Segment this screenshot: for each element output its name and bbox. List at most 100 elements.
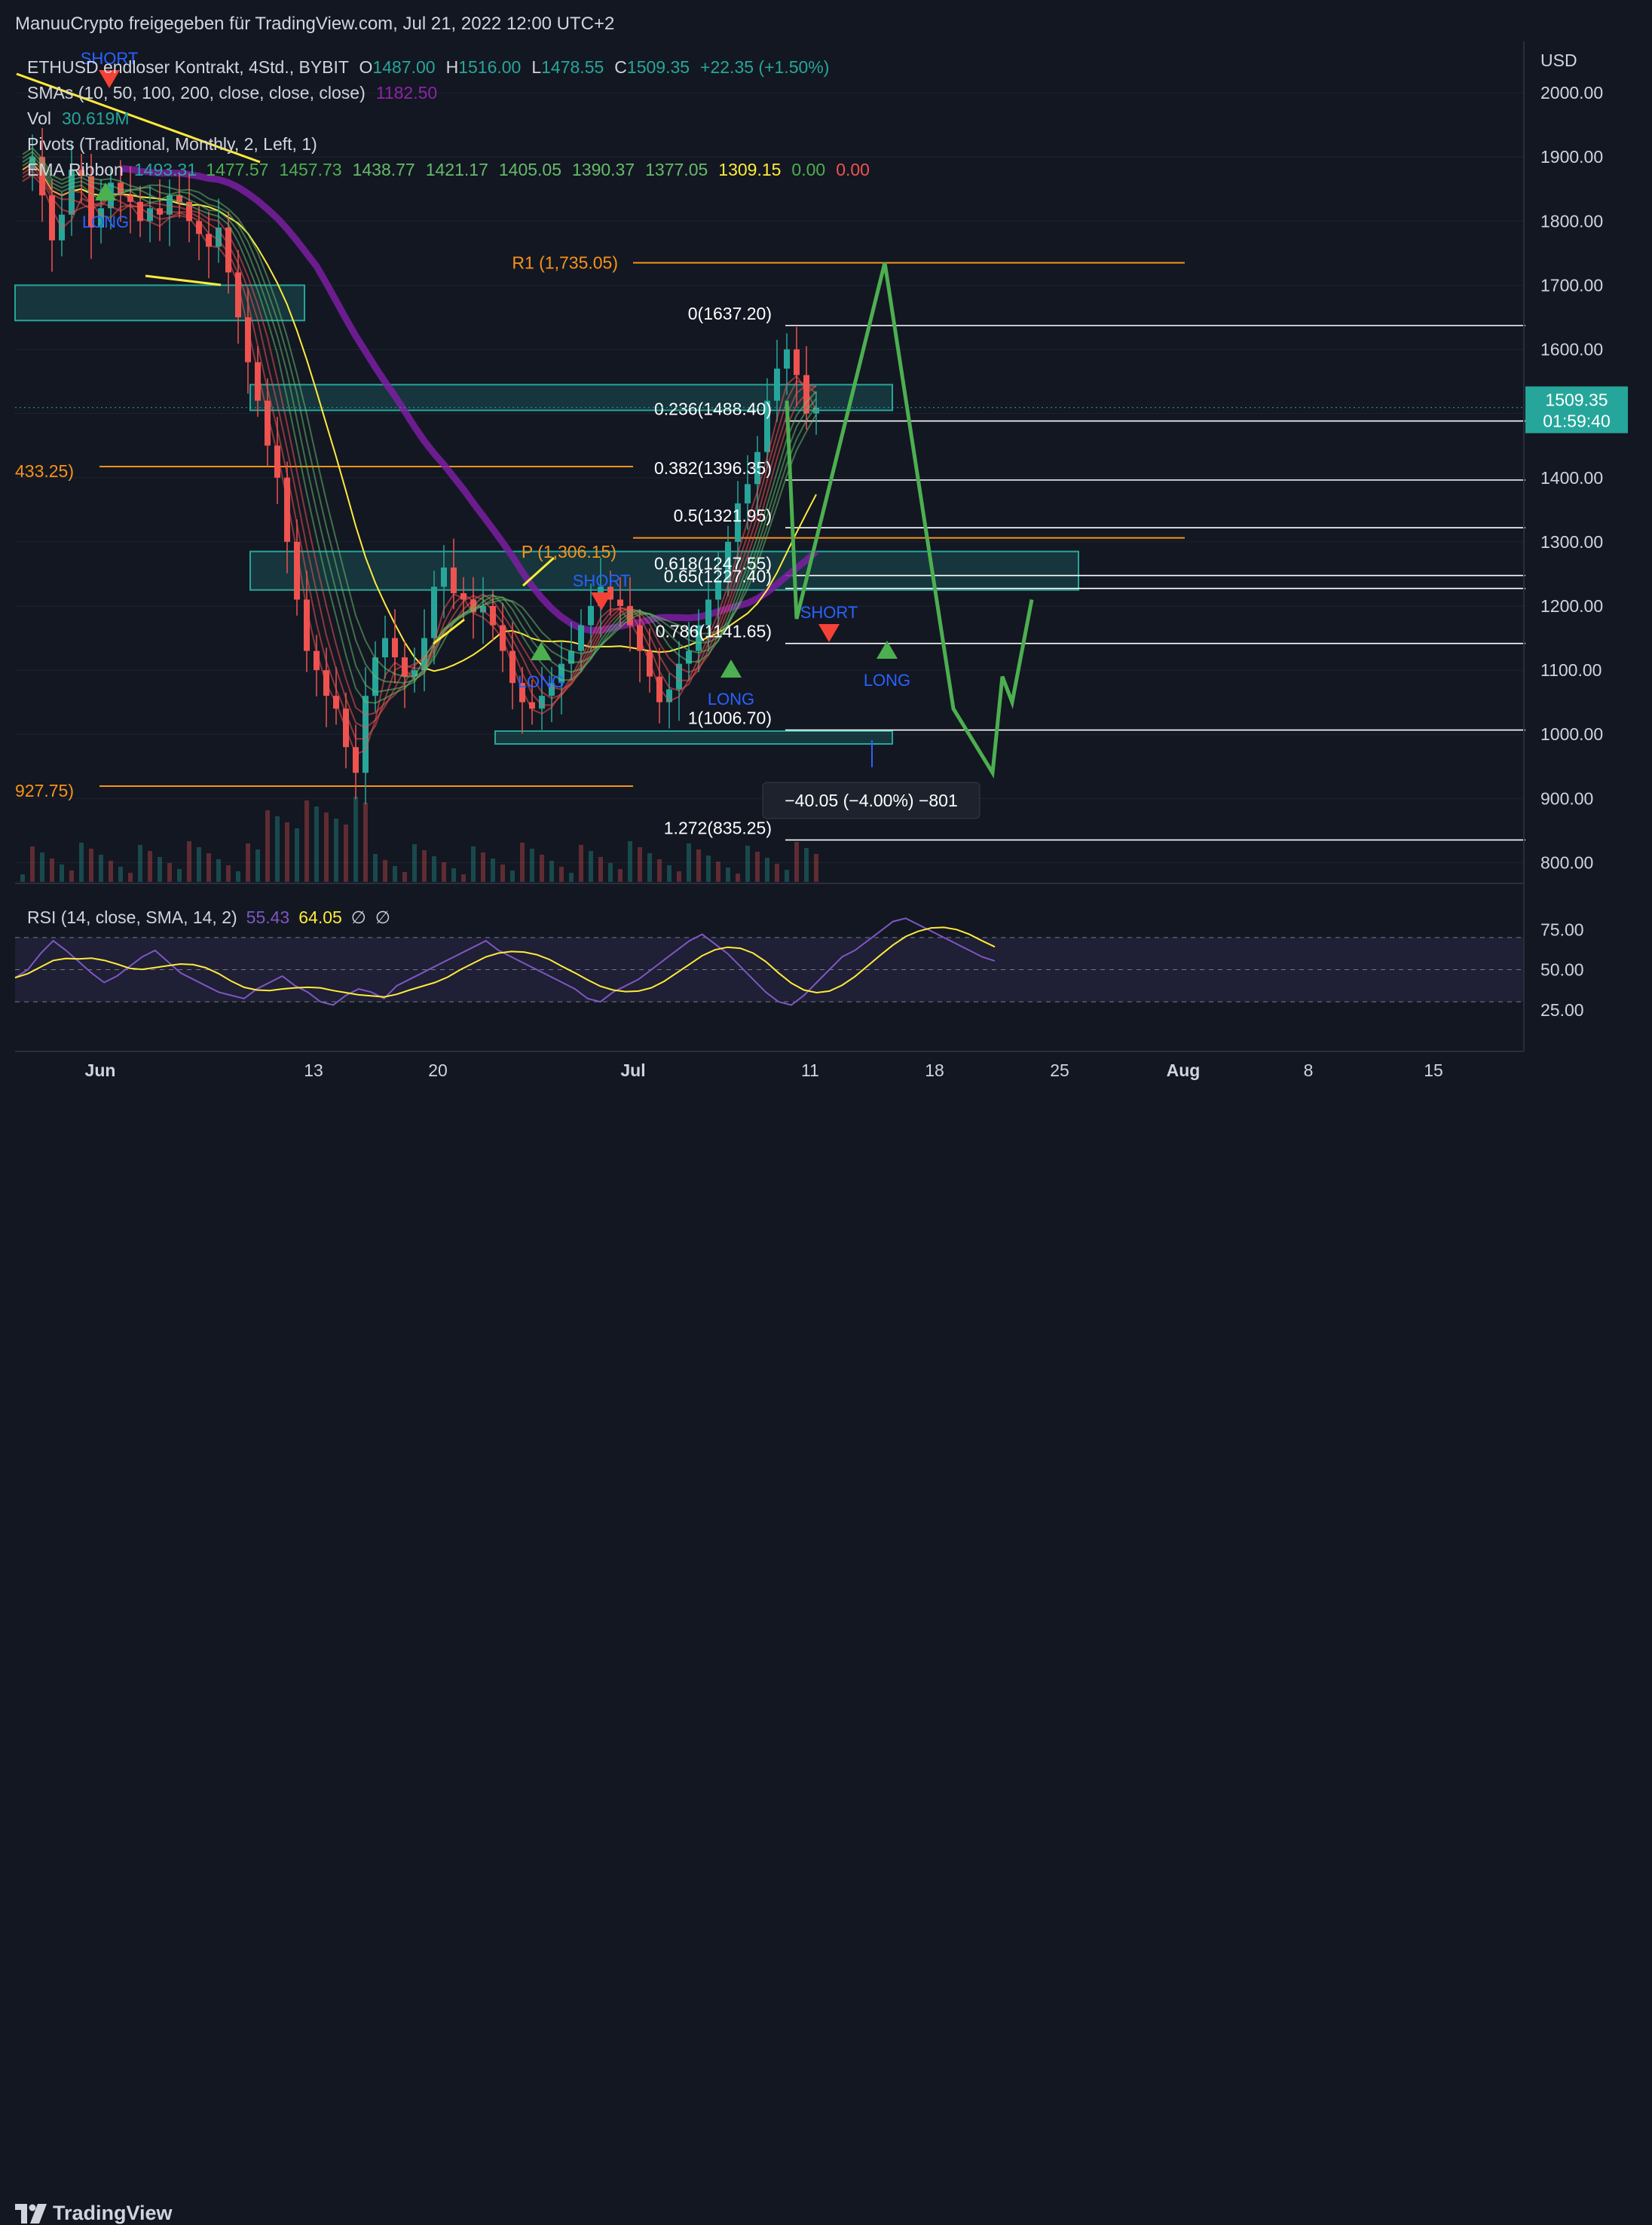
volume-bar bbox=[422, 850, 427, 882]
volume-bar bbox=[461, 874, 466, 882]
candle-body bbox=[578, 625, 584, 651]
sr-zone bbox=[494, 730, 893, 745]
volume-bar bbox=[109, 861, 113, 882]
volume-bar bbox=[696, 849, 701, 882]
volume-bar bbox=[785, 870, 789, 882]
chart-canvas: SHORTLONGLONGSHORTSHORTLONGLONG 2000.001… bbox=[14, 41, 1628, 1080]
volume-bar bbox=[30, 846, 35, 882]
volume-bar bbox=[206, 853, 211, 882]
price-tick-label: 1600.00 bbox=[1540, 340, 1603, 360]
fib-label: 0.786(1141.65) bbox=[656, 622, 772, 641]
volume-bar bbox=[608, 863, 613, 882]
fib-label: 0.382(1396.35) bbox=[654, 458, 772, 478]
short-signal-marker bbox=[818, 624, 840, 642]
candle-body bbox=[363, 696, 369, 773]
candle-body bbox=[441, 567, 447, 587]
fib-label: 0.65(1227.40) bbox=[664, 567, 772, 586]
footer: TradingView bbox=[0, 1097, 1652, 2224]
volume-bar bbox=[814, 854, 818, 882]
support-trendline bbox=[145, 274, 222, 286]
volume-bar bbox=[236, 871, 240, 882]
time-tick-label: Aug bbox=[1167, 1060, 1201, 1080]
signal-label: SHORT bbox=[800, 603, 858, 622]
volume-bar bbox=[158, 857, 162, 882]
time-tick-label: 8 bbox=[1304, 1060, 1314, 1080]
price-tick-label: 1000.00 bbox=[1540, 724, 1603, 744]
legend-part: ETHUSD endloser Kontrakt, 4Std., BYBIT bbox=[27, 57, 349, 77]
legend-part: 64.05 bbox=[298, 907, 342, 927]
volume-bar bbox=[432, 856, 436, 882]
volume-bar bbox=[736, 874, 740, 882]
legend-part: 1438.77 bbox=[353, 160, 415, 179]
volume-bar bbox=[265, 810, 270, 882]
volume-bar bbox=[706, 855, 711, 882]
volume-bar bbox=[187, 841, 191, 882]
legend-part: 1516.00 bbox=[458, 57, 521, 77]
fib-label: 0.5(1321.95) bbox=[674, 506, 772, 525]
pivot-p-label: P (1,306.15) bbox=[522, 542, 616, 562]
legend-part: SMAs (10, 50, 100, 200, close, close, cl… bbox=[27, 83, 366, 103]
legend-part: 1493.31 bbox=[134, 160, 196, 179]
price-tick-label: 900.00 bbox=[1540, 788, 1593, 808]
time-tick-label: 15 bbox=[1424, 1060, 1443, 1080]
volume-bar bbox=[442, 862, 446, 882]
volume-bar bbox=[402, 872, 407, 882]
candle-body bbox=[588, 606, 594, 626]
volume-bar bbox=[412, 844, 417, 882]
volume-bar bbox=[275, 816, 280, 882]
tradingview-logo[interactable]: TradingView bbox=[15, 2202, 173, 2225]
volume-bar bbox=[765, 858, 769, 882]
volume-bar bbox=[549, 861, 554, 882]
volume-bar bbox=[20, 874, 25, 882]
volume-bar bbox=[579, 845, 583, 882]
volume-bar bbox=[667, 865, 672, 882]
volume-bar bbox=[285, 822, 289, 882]
legend-ema: EMA Ribbon 1493.31 1477.57 1457.73 1438.77 14… bbox=[27, 160, 870, 179]
fib-label: 0(1637.20) bbox=[688, 304, 772, 323]
tradingview-logo-icon bbox=[15, 2203, 47, 2223]
volume-bar bbox=[530, 849, 534, 882]
legend-part: 1182.50 bbox=[376, 83, 437, 103]
legend-part: 1457.73 bbox=[279, 160, 341, 179]
chart-labels: R1 (1,735.05) P (1,306.15) 433.25) 927.75) 0… bbox=[15, 57, 1628, 927]
pivot-r1-label: R1 (1,735.05) bbox=[512, 253, 618, 273]
volume-bar bbox=[167, 863, 172, 882]
legend-vol: Vol 30.619M bbox=[27, 109, 130, 128]
legend-rsi: RSI (14, close, SMA, 14, 2) 55.43 64.05 ∅ ∅ bbox=[27, 907, 390, 927]
legend-part: L bbox=[531, 57, 541, 77]
long-signal-marker bbox=[531, 642, 552, 660]
legend-part: ∅ bbox=[375, 907, 390, 927]
volume-bar bbox=[60, 865, 64, 882]
candle-body bbox=[794, 349, 800, 375]
pivot-left-label-2: 927.75) bbox=[15, 781, 74, 800]
price-tick-label: 1200.00 bbox=[1540, 596, 1603, 616]
legend-symbol: ETHUSD endloser Kontrakt, 4Std., BYBIT O1… bbox=[27, 57, 829, 77]
legend-part: 0.00 bbox=[836, 160, 870, 179]
volume-bar bbox=[255, 849, 260, 882]
volume-bar bbox=[647, 853, 652, 882]
volume-bar bbox=[745, 846, 750, 882]
volume-bar bbox=[510, 871, 515, 882]
volume-bar bbox=[559, 867, 564, 882]
candle-body bbox=[451, 567, 457, 593]
rsi-tick-label: 75.00 bbox=[1540, 920, 1584, 939]
volume-bar bbox=[471, 846, 476, 882]
volume-bar bbox=[569, 873, 574, 882]
rsi-pane bbox=[14, 917, 1524, 1006]
volume-bar bbox=[775, 864, 779, 882]
candle-body bbox=[431, 586, 437, 638]
price-tick-label: 1400.00 bbox=[1540, 468, 1603, 488]
share-header: ManuuCrypto freigegeben für TradingView.… bbox=[0, 0, 1652, 41]
legend-sma: SMAs (10, 50, 100, 200, close, close, cl… bbox=[27, 83, 437, 103]
legend-part: 1487.00 bbox=[372, 57, 435, 77]
legend-part: +22.35 (+1.50%) bbox=[700, 57, 829, 77]
signal-label: LONG bbox=[518, 672, 564, 691]
volume-bar bbox=[40, 852, 44, 882]
rsi-tick-label: 50.00 bbox=[1540, 960, 1584, 980]
volume-bar bbox=[804, 848, 809, 882]
projection-path bbox=[785, 262, 1034, 779]
volume-bar bbox=[481, 852, 485, 882]
legend-part: Pivots (Traditional, Monthly, 2, Left, 1… bbox=[27, 134, 317, 154]
volume-bar bbox=[314, 806, 319, 882]
time-tick-label: 11 bbox=[801, 1060, 819, 1080]
